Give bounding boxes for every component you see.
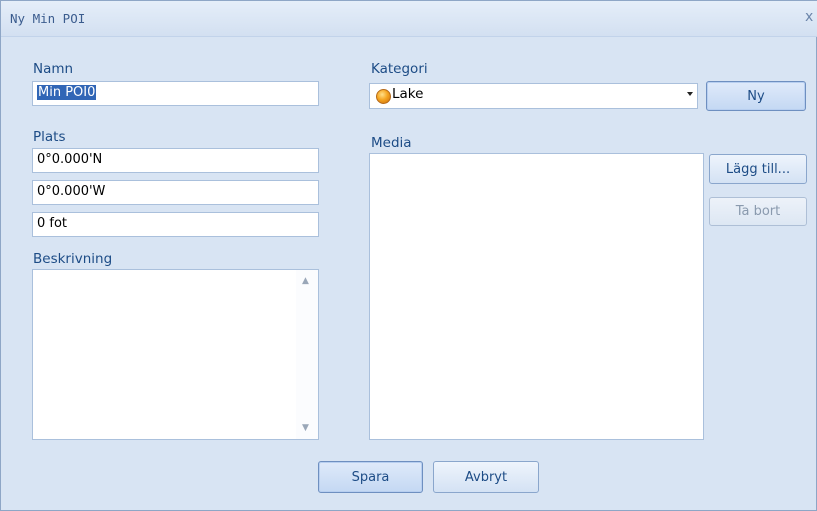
location-label: Plats [33, 129, 66, 145]
media-list[interactable] [369, 153, 704, 440]
scroll-down-arrow-icon[interactable]: ▼ [302, 423, 309, 433]
description-scrollbar[interactable]: ▲ ▼ [296, 270, 318, 439]
chevron-down-icon[interactable] [687, 92, 693, 96]
name-label: Namn [33, 61, 74, 77]
title-bar: Ny Min POI x [1, 1, 817, 37]
category-label: Kategori [371, 61, 428, 77]
scroll-up-arrow-icon[interactable]: ▲ [302, 276, 309, 286]
description-textarea[interactable]: ▲ ▼ [32, 269, 319, 440]
media-label: Media [371, 135, 412, 151]
orange-circle-icon [376, 89, 391, 104]
poi-dialog: Ny Min POI x Namn Min POI0 Plats 0°0.000… [0, 0, 817, 511]
name-input[interactable]: Min POI0 [32, 81, 319, 106]
window-title: Ny Min POI [10, 11, 86, 26]
add-media-button[interactable]: Lägg till... [709, 154, 807, 184]
altitude-input[interactable]: 0 fot [32, 212, 319, 237]
save-button[interactable]: Spara [318, 461, 423, 493]
category-dropdown[interactable]: Lake [369, 83, 698, 109]
remove-media-button[interactable]: Ta bort [709, 197, 807, 226]
close-icon[interactable]: x [805, 9, 813, 25]
latitude-input[interactable]: 0°0.000'N [32, 148, 319, 173]
cancel-button[interactable]: Avbryt [433, 461, 539, 493]
category-selected: Lake [392, 86, 424, 102]
new-category-button[interactable]: Ny [706, 81, 806, 111]
name-value: Min POI0 [37, 85, 97, 100]
longitude-input[interactable]: 0°0.000'W [32, 180, 319, 205]
description-label: Beskrivning [33, 251, 113, 267]
